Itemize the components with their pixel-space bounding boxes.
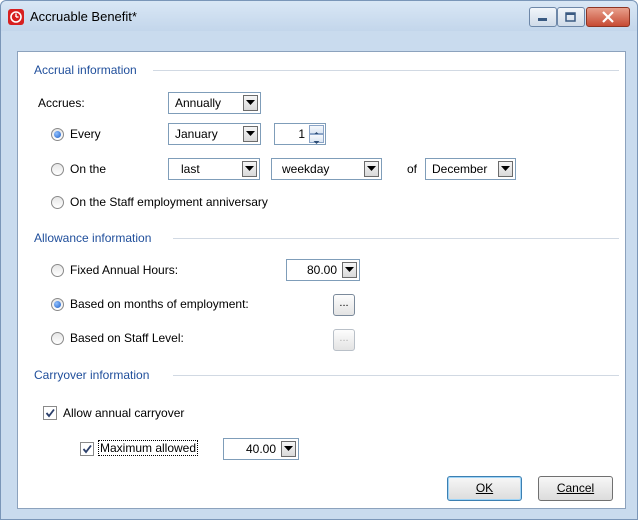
radio-selected-dot bbox=[54, 301, 61, 308]
allowance-section-title: Allowance information bbox=[34, 231, 157, 245]
chevron-down-icon bbox=[281, 441, 296, 457]
carryover-section-title: Carryover information bbox=[34, 368, 155, 382]
maximize-icon bbox=[565, 12, 576, 22]
fixed-hours-label: Fixed Annual Hours: bbox=[70, 263, 179, 277]
cancel-button[interactable]: Cancel bbox=[538, 476, 613, 501]
every-day-spinner[interactable]: 1 bbox=[274, 123, 326, 145]
anniversary-label: On the Staff employment anniversary bbox=[70, 195, 268, 209]
maximum-allowed-checkbox[interactable] bbox=[80, 442, 94, 456]
on-the-month-dropdown[interactable]: December bbox=[425, 158, 516, 180]
chevron-down-icon bbox=[342, 262, 357, 278]
maximum-allowed-label: Maximum allowed bbox=[98, 440, 199, 456]
spin-up-icon[interactable] bbox=[309, 125, 324, 135]
every-radio[interactable] bbox=[51, 128, 64, 141]
accrual-divider bbox=[153, 70, 619, 71]
accrues-dropdown[interactable]: Annually bbox=[168, 92, 261, 114]
on-the-month-value: December bbox=[432, 162, 488, 176]
maximize-button[interactable] bbox=[557, 7, 585, 27]
app-clock-icon bbox=[8, 9, 24, 25]
of-label: of bbox=[407, 162, 418, 176]
months-employment-label: Based on months of employment: bbox=[70, 297, 249, 311]
close-icon bbox=[602, 11, 614, 23]
radio-selected-dot bbox=[54, 131, 61, 138]
months-employment-radio[interactable] bbox=[51, 298, 64, 311]
accrual-section-title: Accrual information bbox=[34, 63, 142, 77]
maximum-allowed-text: Maximum allowed bbox=[98, 440, 199, 456]
window-title: Accruable Benefit* bbox=[30, 9, 137, 24]
chevron-down-icon bbox=[498, 161, 513, 177]
every-month-dropdown[interactable]: January bbox=[168, 123, 261, 145]
allow-carryover-checkbox[interactable] bbox=[43, 406, 57, 420]
allowance-divider bbox=[173, 238, 619, 239]
accrues-value: Annually bbox=[175, 96, 222, 110]
maximum-allowed-dropdown[interactable]: 40.00 bbox=[223, 438, 299, 460]
cancel-button-label: Cancel bbox=[556, 481, 595, 495]
staff-level-browse-button[interactable]: ... bbox=[333, 329, 355, 351]
checkmark-icon bbox=[45, 408, 55, 418]
staff-level-label: Based on Staff Level: bbox=[70, 331, 184, 345]
chevron-down-icon bbox=[242, 161, 257, 177]
every-day-value: 1 bbox=[298, 127, 305, 141]
carryover-divider bbox=[173, 375, 619, 376]
title-bar[interactable]: Accruable Benefit* bbox=[1, 1, 637, 31]
dialog-content: Accrual information Accrues: Annually Ev… bbox=[17, 51, 626, 509]
every-month-value: January bbox=[175, 127, 218, 141]
fixed-hours-dropdown[interactable]: 80.00 bbox=[286, 259, 360, 281]
fixed-hours-radio[interactable] bbox=[51, 264, 64, 277]
chevron-down-icon bbox=[243, 126, 258, 142]
on-the-label: On the bbox=[70, 162, 107, 176]
ok-button[interactable]: OK bbox=[447, 476, 522, 501]
every-label: Every bbox=[70, 127, 101, 141]
dialog-window: Accruable Benefit* Accrual information A… bbox=[0, 0, 638, 520]
allow-carryover-label: Allow annual carryover bbox=[63, 406, 185, 420]
on-the-position-dropdown[interactable]: last bbox=[168, 158, 260, 180]
spin-down-icon[interactable] bbox=[309, 134, 324, 144]
checkmark-icon bbox=[82, 444, 92, 454]
close-button[interactable] bbox=[586, 7, 630, 27]
fixed-hours-value: 80.00 bbox=[306, 263, 337, 277]
on-the-position-value: last bbox=[181, 162, 200, 176]
anniversary-radio[interactable] bbox=[51, 196, 64, 209]
accrues-label: Accrues: bbox=[38, 96, 85, 110]
months-employment-browse-button[interactable]: ... bbox=[333, 294, 355, 316]
chevron-down-icon bbox=[364, 161, 379, 177]
chevron-down-icon bbox=[243, 95, 258, 111]
maximum-allowed-value: 40.00 bbox=[245, 442, 276, 456]
minimize-icon bbox=[538, 18, 547, 21]
on-the-day-type-value: weekday bbox=[282, 162, 330, 176]
ok-button-label: OK bbox=[475, 481, 494, 495]
minimize-button[interactable] bbox=[529, 7, 557, 27]
staff-level-radio[interactable] bbox=[51, 332, 64, 345]
on-the-radio[interactable] bbox=[51, 163, 64, 176]
on-the-day-type-dropdown[interactable]: weekday bbox=[271, 158, 382, 180]
